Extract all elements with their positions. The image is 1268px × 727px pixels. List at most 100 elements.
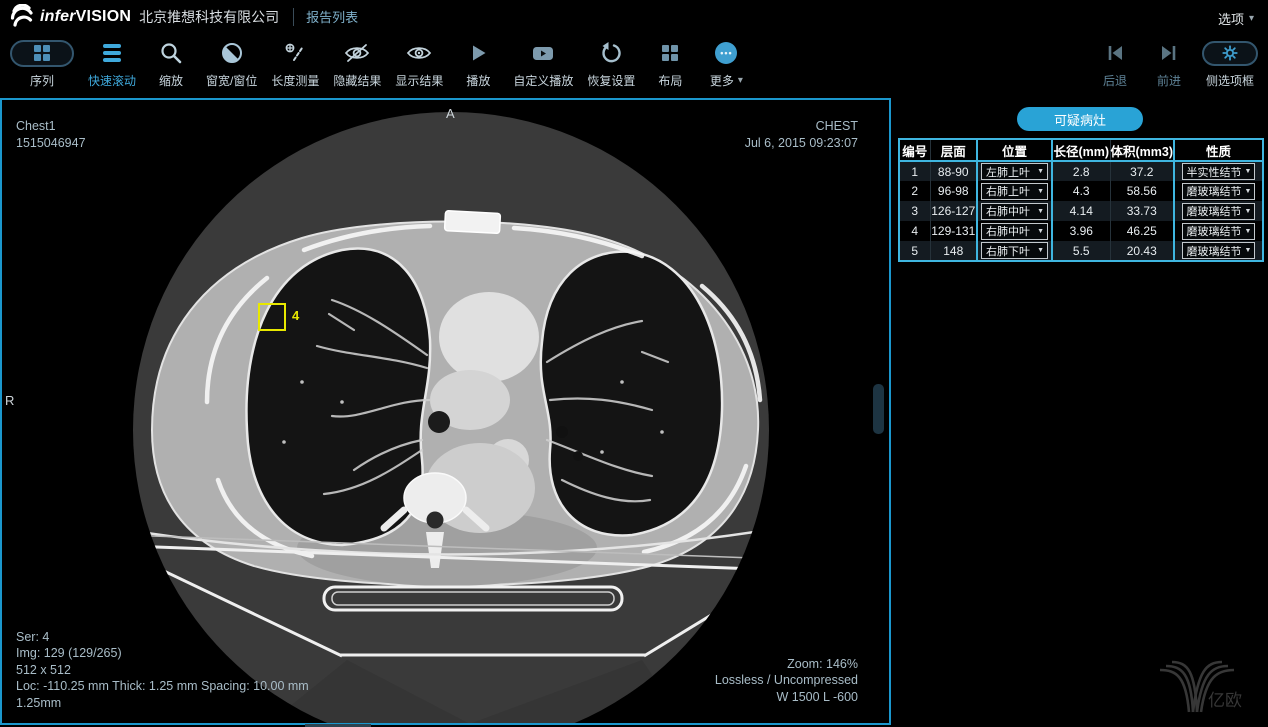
- header-volume: 体积(mm3): [1110, 139, 1174, 161]
- lesion-roi-box[interactable]: [258, 303, 286, 331]
- location-dropdown[interactable]: 右肺上叶▼: [981, 183, 1048, 200]
- tool-hide-results[interactable]: 隐藏结果: [333, 39, 381, 89]
- eye-off-icon: [343, 41, 371, 65]
- orientation-marker-anterior: A: [446, 106, 455, 121]
- header-slice: 层面: [930, 139, 977, 161]
- eye-icon: [405, 41, 433, 65]
- table-row[interactable]: 1 88-90 左肺上叶▼ 2.8 37.2 半实性结节▼: [899, 161, 1263, 181]
- ct-viewport[interactable]: Chest1 1515046947 CHEST Jul 6, 2015 09:2…: [0, 98, 891, 725]
- study-description: CHEST: [745, 118, 858, 135]
- dropdown-arrow-icon: ▼: [1245, 188, 1252, 195]
- tool-reset-settings[interactable]: 恢复设置: [587, 39, 635, 89]
- tool-length-measure[interactable]: 长度测量: [271, 39, 319, 89]
- scroll-bars-icon: [103, 44, 121, 62]
- toolbar-right: 后退 前进: [1094, 39, 1258, 89]
- table-row[interactable]: 4 129-131 右肺中叶▼ 3.96 46.25 磨玻璃结节▼: [899, 221, 1263, 241]
- dropdown-arrow-icon: ▼: [1245, 208, 1252, 215]
- tool-quick-scroll[interactable]: 快速滚动: [88, 39, 136, 89]
- table-row[interactable]: 3 126-127 右肺中叶▼ 4.14 33.73 磨玻璃结节▼: [899, 201, 1263, 221]
- tool-back[interactable]: 后退: [1094, 39, 1136, 89]
- grid-icon: [34, 45, 50, 61]
- layout-grid-icon: [662, 45, 678, 61]
- series-number: Ser: 4: [16, 629, 309, 646]
- play-icon: [466, 41, 490, 65]
- location-dropdown[interactable]: 右肺中叶▼: [981, 223, 1048, 240]
- tool-zoom[interactable]: 缩放: [150, 39, 192, 89]
- gear-icon: [1221, 44, 1239, 62]
- measure-icon: [282, 41, 308, 65]
- render-info-overlay: Zoom: 146% Lossless / Uncompressed W 150…: [715, 656, 858, 706]
- table-row[interactable]: 5 148 右肺下叶▼ 5.5 20.43 磨玻璃结节▼: [899, 241, 1263, 261]
- infervision-logo-icon: [10, 4, 34, 30]
- watermark: 亿欧: [1156, 656, 1252, 719]
- title-bar: inferVISION 北京推想科技有限公司 报告列表 选项 ▾: [0, 0, 1268, 33]
- chevron-down-icon: ▾: [738, 75, 743, 86]
- more-dots-icon: •••: [715, 42, 737, 64]
- dropdown-arrow-icon: ▼: [1037, 247, 1044, 254]
- tool-window-level[interactable]: 窗宽/窗位: [206, 39, 257, 89]
- nature-dropdown[interactable]: 磨玻璃结节▼: [1182, 242, 1256, 259]
- dropdown-arrow-icon: ▼: [1245, 228, 1252, 235]
- skip-forward-icon: [1158, 42, 1180, 64]
- skip-back-icon: [1104, 42, 1126, 64]
- study-info-overlay: CHEST Jul 6, 2015 09:23:07: [745, 118, 858, 151]
- slice-thickness: 1.25mm: [16, 695, 309, 712]
- study-datetime: Jul 6, 2015 09:23:07: [745, 135, 858, 152]
- location-dropdown[interactable]: 右肺下叶▼: [981, 242, 1048, 259]
- company-name: 北京推想科技有限公司: [139, 7, 279, 27]
- nature-dropdown[interactable]: 磨玻璃结节▼: [1182, 183, 1256, 200]
- nature-dropdown[interactable]: 磨玻璃结节▼: [1182, 223, 1256, 240]
- nature-dropdown[interactable]: 半实性结节▼: [1182, 163, 1256, 180]
- options-dropdown[interactable]: 选项 ▾: [1218, 9, 1254, 28]
- nature-dropdown[interactable]: 磨玻璃结节▼: [1182, 203, 1256, 220]
- suspicious-lesion-button[interactable]: 可疑病灶: [1017, 107, 1143, 131]
- image-matrix: 512 x 512: [16, 662, 309, 679]
- tool-forward[interactable]: 前进: [1148, 39, 1190, 89]
- tool-sequence[interactable]: 序列: [10, 39, 74, 89]
- patient-name: Chest1: [16, 118, 86, 135]
- brand-name: inferVISION: [40, 8, 131, 26]
- zoom-level: Zoom: 146%: [715, 656, 858, 673]
- tool-play[interactable]: 播放: [457, 39, 499, 89]
- dropdown-arrow-icon: ▼: [1037, 208, 1044, 215]
- chevron-down-icon: ▾: [1249, 13, 1254, 24]
- viewport-scrollbar-thumb[interactable]: [873, 384, 884, 434]
- side-options-pill: [1202, 41, 1258, 66]
- header-nature: 性质: [1174, 139, 1263, 161]
- titlebar-divider: [293, 8, 294, 26]
- header-location: 位置: [977, 139, 1052, 161]
- tool-side-options[interactable]: 侧选项框: [1202, 39, 1258, 89]
- tool-layout[interactable]: 布局: [649, 39, 691, 89]
- series-info-overlay: Ser: 4 Img: 129 (129/265) 512 x 512 Loc:…: [16, 629, 309, 712]
- table-row[interactable]: 2 96-98 右肺上叶▼ 4.3 58.56 磨玻璃结节▼: [899, 181, 1263, 201]
- dropdown-arrow-icon: ▼: [1037, 168, 1044, 175]
- location-dropdown[interactable]: 左肺上叶▼: [981, 163, 1048, 180]
- brand-logo: inferVISION: [10, 4, 131, 30]
- lesion-table: 编号 层面 位置 长径(mm) 体积(mm3) 性质 1 88-90 左肺上叶▼…: [898, 138, 1264, 262]
- undo-rotate-icon: [599, 41, 623, 65]
- header-id: 编号: [899, 139, 930, 161]
- video-play-icon: [530, 41, 556, 65]
- findings-panel: 可疑病灶 编号 层面 位置 长径(mm) 体积(mm3) 性质 1 88-90 …: [893, 98, 1268, 725]
- image-number: Img: 129 (129/265): [16, 645, 309, 662]
- tool-more[interactable]: ••• 更多▾: [705, 39, 747, 89]
- window-level-values: W 1500 L -600: [715, 689, 858, 706]
- app-window: inferVISION 北京推想科技有限公司 报告列表 选项 ▾ 序列 快速滚动: [0, 0, 1268, 727]
- header-diameter: 长径(mm): [1052, 139, 1110, 161]
- sequence-pill: [10, 40, 74, 67]
- yiou-logo-icon: 亿欧: [1156, 656, 1252, 714]
- table-header-row: 编号 层面 位置 长径(mm) 体积(mm3) 性质: [899, 139, 1263, 161]
- svg-text:亿欧: 亿欧: [1208, 691, 1242, 710]
- report-list-link[interactable]: 报告列表: [306, 7, 358, 26]
- magnifier-icon: [159, 41, 183, 65]
- dropdown-arrow-icon: ▼: [1037, 228, 1044, 235]
- compression-info: Lossless / Uncompressed: [715, 672, 858, 689]
- tool-show-results[interactable]: 显示结果: [395, 39, 443, 89]
- toolbar-left: 序列 快速滚动 缩放 窗宽/窗位: [10, 39, 747, 89]
- location-dropdown[interactable]: 右肺中叶▼: [981, 203, 1048, 220]
- lesion-roi-label: 4: [292, 308, 299, 323]
- tool-custom-play[interactable]: 自定义播放: [513, 39, 573, 89]
- orientation-marker-right: R: [5, 393, 14, 408]
- window-level-icon: [220, 41, 244, 65]
- toolbar: 序列 快速滚动 缩放 窗宽/窗位: [0, 33, 1268, 98]
